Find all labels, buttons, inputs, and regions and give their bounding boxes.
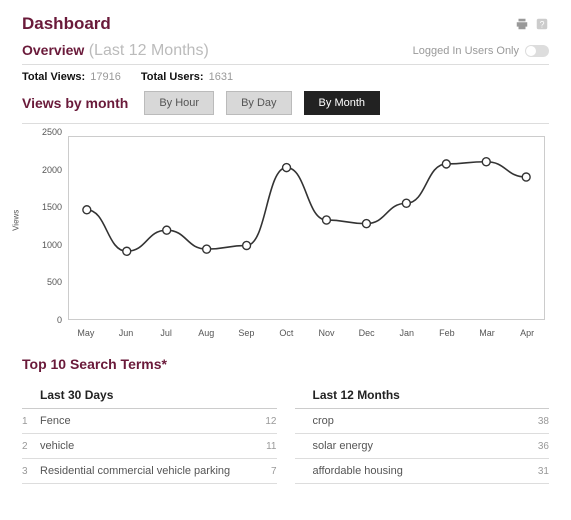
x-tick: Mar bbox=[479, 328, 495, 338]
table-12-header: Last 12 Months bbox=[295, 384, 550, 409]
stats-row: Total Views: 17916 Total Users: 1631 bbox=[22, 71, 549, 83]
row-term: vehicle bbox=[40, 440, 255, 452]
y-axis-label: Views bbox=[12, 210, 21, 231]
x-tick: Oct bbox=[279, 328, 293, 338]
y-tick: 500 bbox=[47, 277, 62, 287]
x-tick: May bbox=[77, 328, 94, 338]
x-tick: Nov bbox=[319, 328, 335, 338]
row-term: solar energy bbox=[313, 440, 528, 452]
overview-subtitle: (Last 12 Months) bbox=[89, 42, 209, 59]
y-tick: 0 bbox=[57, 315, 62, 325]
y-tick: 2000 bbox=[42, 165, 62, 175]
x-tick: Sep bbox=[238, 328, 254, 338]
logged-in-toggle[interactable] bbox=[525, 45, 549, 57]
tab-by-hour[interactable]: By Hour bbox=[144, 91, 214, 115]
row-count: 11 bbox=[255, 441, 277, 452]
row-term: Residential commercial vehicle parking bbox=[40, 465, 255, 477]
top10-title: Top 10 Search Terms bbox=[22, 356, 549, 372]
views-chart: Views 05001000150020002500 MayJunJulAugS… bbox=[22, 132, 549, 342]
table-row: 2vehicle11 bbox=[22, 434, 277, 459]
overview-title: Overview (Last 12 Months) bbox=[22, 42, 209, 60]
row-term: Fence bbox=[40, 415, 255, 427]
y-tick: 1000 bbox=[42, 240, 62, 250]
views-section-title: Views by month bbox=[22, 95, 128, 111]
table-row: solar energy36 bbox=[295, 434, 550, 459]
x-tick: Dec bbox=[359, 328, 375, 338]
table-row: 3Residential commercial vehicle parking7 bbox=[22, 459, 277, 484]
total-views-value: 17916 bbox=[90, 71, 121, 83]
table-last-30: Last 30 Days 1Fence122vehicle113Resident… bbox=[22, 384, 277, 484]
page-title: Dashboard bbox=[22, 14, 111, 34]
row-count: 36 bbox=[527, 441, 549, 452]
tab-by-month[interactable]: By Month bbox=[304, 91, 380, 115]
x-tick: Feb bbox=[439, 328, 455, 338]
table-row: crop38 bbox=[295, 409, 550, 434]
y-tick: 2500 bbox=[42, 127, 62, 137]
help-icon[interactable]: ? bbox=[535, 17, 549, 31]
row-term: crop bbox=[313, 415, 528, 427]
table-row: affordable housing31 bbox=[295, 459, 550, 484]
svg-text:?: ? bbox=[540, 20, 545, 30]
total-users: Total Users: 1631 bbox=[141, 71, 233, 83]
x-tick: Apr bbox=[520, 328, 534, 338]
top10-tables: Last 30 Days 1Fence122vehicle113Resident… bbox=[22, 384, 549, 484]
total-views: Total Views: 17916 bbox=[22, 71, 121, 83]
total-users-value: 1631 bbox=[209, 71, 233, 83]
x-tick: Aug bbox=[198, 328, 214, 338]
print-icon[interactable] bbox=[515, 17, 529, 31]
row-rank: 1 bbox=[22, 416, 40, 427]
y-tick: 1500 bbox=[42, 202, 62, 212]
row-rank: 3 bbox=[22, 466, 40, 477]
row-count: 12 bbox=[255, 416, 277, 427]
x-tick: Jan bbox=[400, 328, 415, 338]
logged-in-label: Logged In Users Only bbox=[413, 45, 519, 57]
row-count: 38 bbox=[527, 416, 549, 427]
row-rank: 2 bbox=[22, 441, 40, 452]
logged-in-toggle-row: Logged In Users Only bbox=[413, 45, 549, 57]
x-tick: Jul bbox=[160, 328, 172, 338]
row-term: affordable housing bbox=[313, 465, 528, 477]
total-users-label: Total Users: bbox=[141, 71, 204, 83]
row-count: 31 bbox=[527, 466, 549, 477]
total-views-label: Total Views: bbox=[22, 71, 85, 83]
table-last-12: Last 12 Months crop38solar energy36affor… bbox=[295, 384, 550, 484]
header-icons: ? bbox=[515, 17, 549, 31]
table-row: 1Fence12 bbox=[22, 409, 277, 434]
chart-plot-area bbox=[68, 136, 545, 320]
x-tick: Jun bbox=[119, 328, 134, 338]
table-30-header: Last 30 Days bbox=[22, 384, 277, 409]
row-count: 7 bbox=[255, 466, 277, 477]
tab-by-day[interactable]: By Day bbox=[226, 91, 291, 115]
overview-label: Overview bbox=[22, 42, 84, 58]
